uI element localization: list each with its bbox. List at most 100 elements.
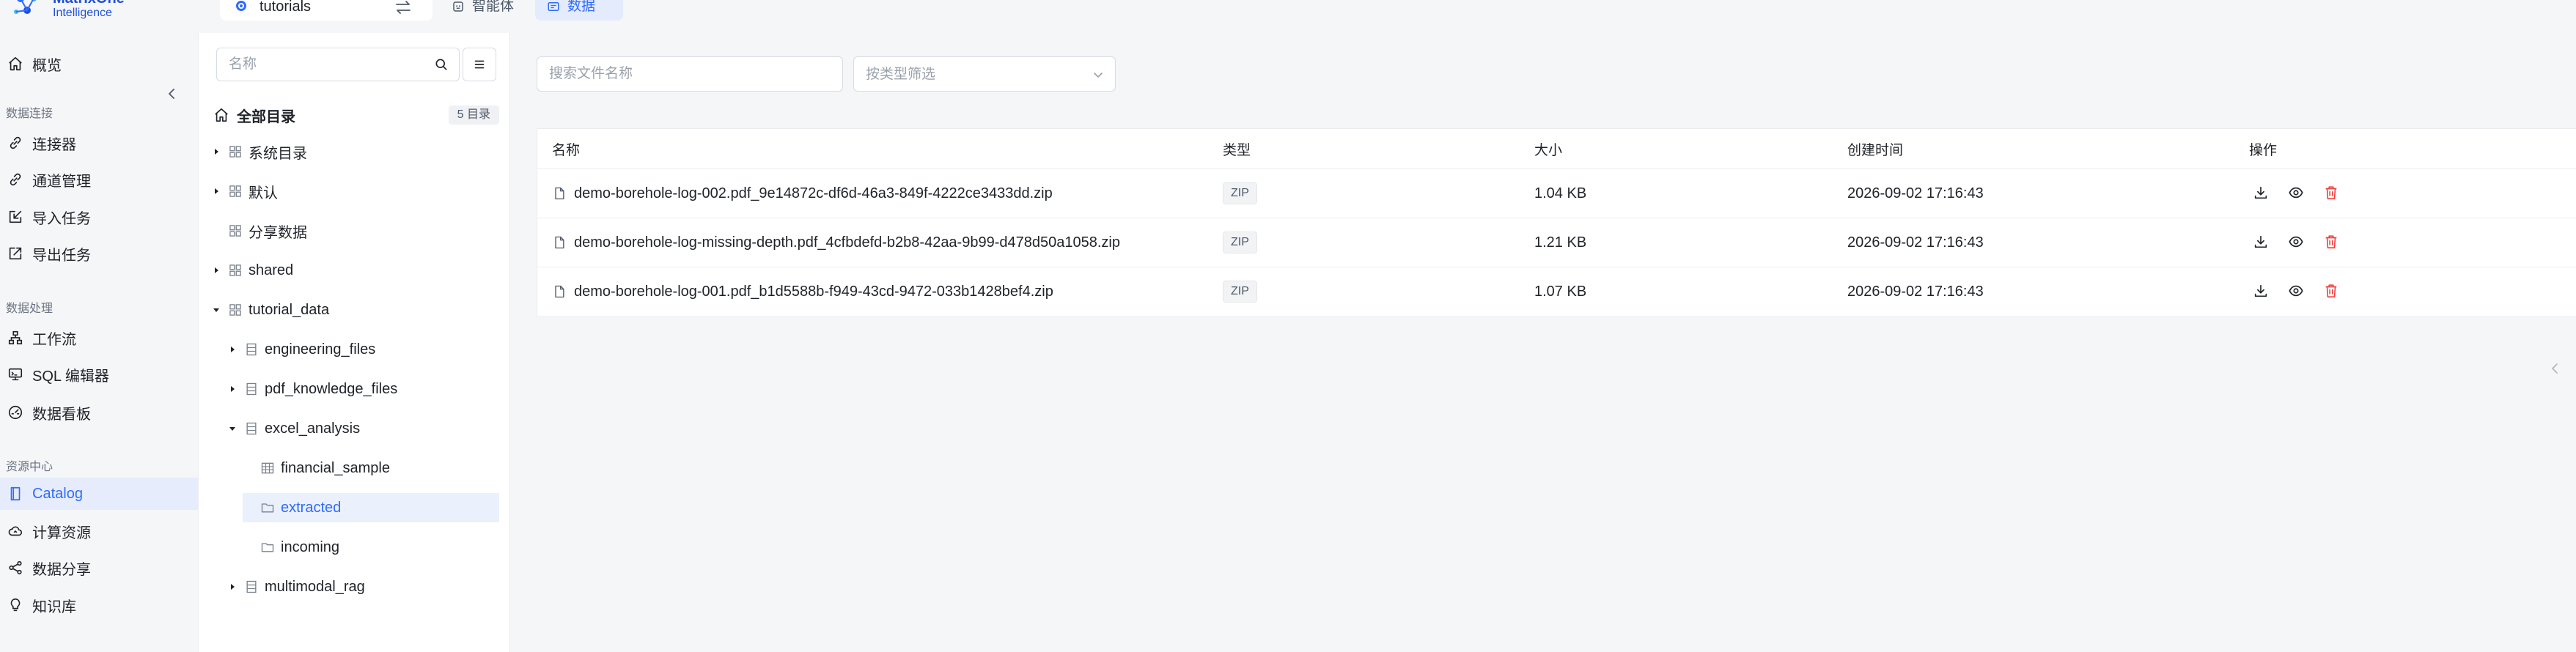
tree-node[interactable]: incoming <box>243 533 499 562</box>
trash-icon <box>2323 185 2339 201</box>
search-icon[interactable] <box>434 57 449 72</box>
tree-menu-button[interactable] <box>463 48 496 81</box>
sidebar-item-catalog[interactable]: Catalog <box>0 478 198 510</box>
tab-data[interactable]: 数据 <box>535 0 623 21</box>
download-button[interactable] <box>2252 184 2270 201</box>
delete-button[interactable] <box>2322 233 2340 251</box>
tree-node[interactable]: tutorial_data <box>210 295 499 325</box>
column-header-type[interactable]: 类型 <box>1223 129 1251 168</box>
monitor-icon <box>7 366 23 382</box>
workflow-icon <box>7 330 23 346</box>
tree-node[interactable]: pdf_knowledge_files <box>227 374 499 404</box>
sidebar-item-label: SQL 编辑器 <box>32 368 109 385</box>
tree-node[interactable]: multimodal_rag <box>227 572 499 601</box>
tree-node[interactable]: shared <box>210 256 499 285</box>
home-icon <box>7 56 23 72</box>
logo-icon <box>14 0 37 14</box>
delete-button[interactable] <box>2322 184 2340 201</box>
sidebar-item-label: 导入任务 <box>32 210 91 227</box>
file-name-cell[interactable]: demo-borehole-log-002.pdf_9e14872c-df6d-… <box>552 169 1053 218</box>
delete-button[interactable] <box>2322 282 2340 300</box>
trash-icon <box>2323 234 2339 250</box>
catalog-count-badge: 5 目录 <box>448 105 499 125</box>
caret-right-icon[interactable] <box>227 581 238 593</box>
main-content: 按类型筛选 名称 类型 大小 创建时间 操作 demo-borehole-log… <box>511 33 2576 652</box>
file-search-box <box>537 56 843 92</box>
row-actions <box>2252 282 2358 300</box>
tree-node[interactable]: financial_sample <box>243 453 499 483</box>
caret-right-icon[interactable] <box>210 146 222 158</box>
tree-node[interactable]: 默认 <box>210 177 499 206</box>
download-icon <box>2253 283 2269 299</box>
eye-icon <box>2288 185 2304 201</box>
tree-node-label: 系统目录 <box>249 145 307 162</box>
file-name-cell[interactable]: demo-borehole-log-missing-depth.pdf_4cfb… <box>552 218 1120 267</box>
database-icon <box>244 421 259 436</box>
file-name: demo-borehole-log-missing-depth.pdf_4cfb… <box>574 234 1120 251</box>
tree-root-label: 全部目录 <box>237 108 295 125</box>
table-row[interactable]: demo-borehole-log-002.pdf_9e14872c-df6d-… <box>537 168 2576 218</box>
caret-down-icon[interactable] <box>210 304 222 316</box>
sidebar-item-compute[interactable]: 计算资源 <box>0 515 198 547</box>
sidebar-item-import-tasks[interactable]: 导入任务 <box>0 201 198 233</box>
caret-right-icon[interactable] <box>210 264 222 276</box>
sidebar-item-connectors[interactable]: 连接器 <box>0 127 198 159</box>
preview-button[interactable] <box>2287 233 2305 251</box>
sidebar-item-sql-editor[interactable]: SQL 编辑器 <box>0 358 198 390</box>
tree-node[interactable]: engineering_files <box>227 335 499 364</box>
caret-spacer <box>243 502 254 514</box>
file-created-time: 2026-09-02 17:16:43 <box>1847 283 1984 300</box>
column-header-name[interactable]: 名称 <box>552 129 580 168</box>
sidebar-item-export-tasks[interactable]: 导出任务 <box>0 237 198 270</box>
tree-node[interactable]: 分享数据 <box>210 216 499 245</box>
brand-name: MatrixOne <box>53 0 125 6</box>
nav-group-data-connection: 数据连接 <box>6 108 54 120</box>
tree-node[interactable]: 系统目录 <box>210 137 499 166</box>
caret-down-icon[interactable] <box>227 423 238 434</box>
column-header-created[interactable]: 创建时间 <box>1847 129 1903 168</box>
caret-right-icon[interactable] <box>227 383 238 395</box>
workspace-name: tutorials <box>260 0 312 15</box>
brand-logo[interactable]: MatrixOne Intelligence <box>7 0 147 23</box>
preview-button[interactable] <box>2287 282 2305 300</box>
sidebar-item-label: 计算资源 <box>32 525 91 541</box>
trash-icon <box>2323 283 2339 299</box>
tab-agent[interactable]: 智能体 <box>440 0 531 21</box>
sidebar-item-channels[interactable]: 通道管理 <box>0 163 198 196</box>
collapse-sidebar-icon[interactable] <box>164 86 179 101</box>
sidebar-item-workflow[interactable]: 工作流 <box>0 322 198 354</box>
swap-icon[interactable] <box>394 0 412 15</box>
file-icon <box>552 186 567 201</box>
catalog-icon <box>228 303 243 317</box>
file-name: demo-borehole-log-002.pdf_9e14872c-df6d-… <box>574 185 1053 201</box>
file-name-cell[interactable]: demo-borehole-log-001.pdf_b1d5588b-f949-… <box>552 267 1053 316</box>
expand-panel-chevron-icon[interactable] <box>2550 361 2560 376</box>
tree-node[interactable]: extracted <box>243 493 499 522</box>
catalog-icon <box>228 184 243 199</box>
file-search-input[interactable] <box>537 57 842 91</box>
sidebar-item-label: 工作流 <box>32 331 76 348</box>
sidebar-item-dashboard[interactable]: 数据看板 <box>0 396 198 429</box>
database-icon <box>244 579 259 594</box>
download-button[interactable] <box>2252 282 2270 300</box>
tree-node[interactable]: excel_analysis <box>227 414 499 443</box>
caret-right-icon[interactable] <box>227 344 238 355</box>
sidebar-item-overview[interactable]: 概览 <box>0 48 198 80</box>
workspace-switcher[interactable]: tutorials <box>220 0 433 21</box>
table-row[interactable]: demo-borehole-log-missing-depth.pdf_4cfb… <box>537 218 2576 267</box>
file-icon <box>552 235 567 250</box>
download-button[interactable] <box>2252 233 2270 251</box>
sidebar-item-data-share[interactable]: 数据分享 <box>0 552 198 584</box>
table-row[interactable]: demo-borehole-log-001.pdf_b1d5588b-f949-… <box>537 267 2576 316</box>
tree-search-input[interactable] <box>217 48 430 81</box>
column-header-size[interactable]: 大小 <box>1534 129 1562 168</box>
workspace-status-icon <box>236 1 246 11</box>
caret-right-icon[interactable] <box>210 185 222 197</box>
eye-icon <box>2288 234 2304 250</box>
preview-button[interactable] <box>2287 184 2305 201</box>
tree-root-all-catalogs[interactable]: 全部目录 5 目录 <box>213 100 499 130</box>
sidebar-item-label: 数据分享 <box>32 561 91 578</box>
menu-icon <box>474 60 485 69</box>
type-filter-select[interactable]: 按类型筛选 <box>853 56 1116 92</box>
sidebar-item-knowledge-base[interactable]: 知识库 <box>0 589 198 621</box>
